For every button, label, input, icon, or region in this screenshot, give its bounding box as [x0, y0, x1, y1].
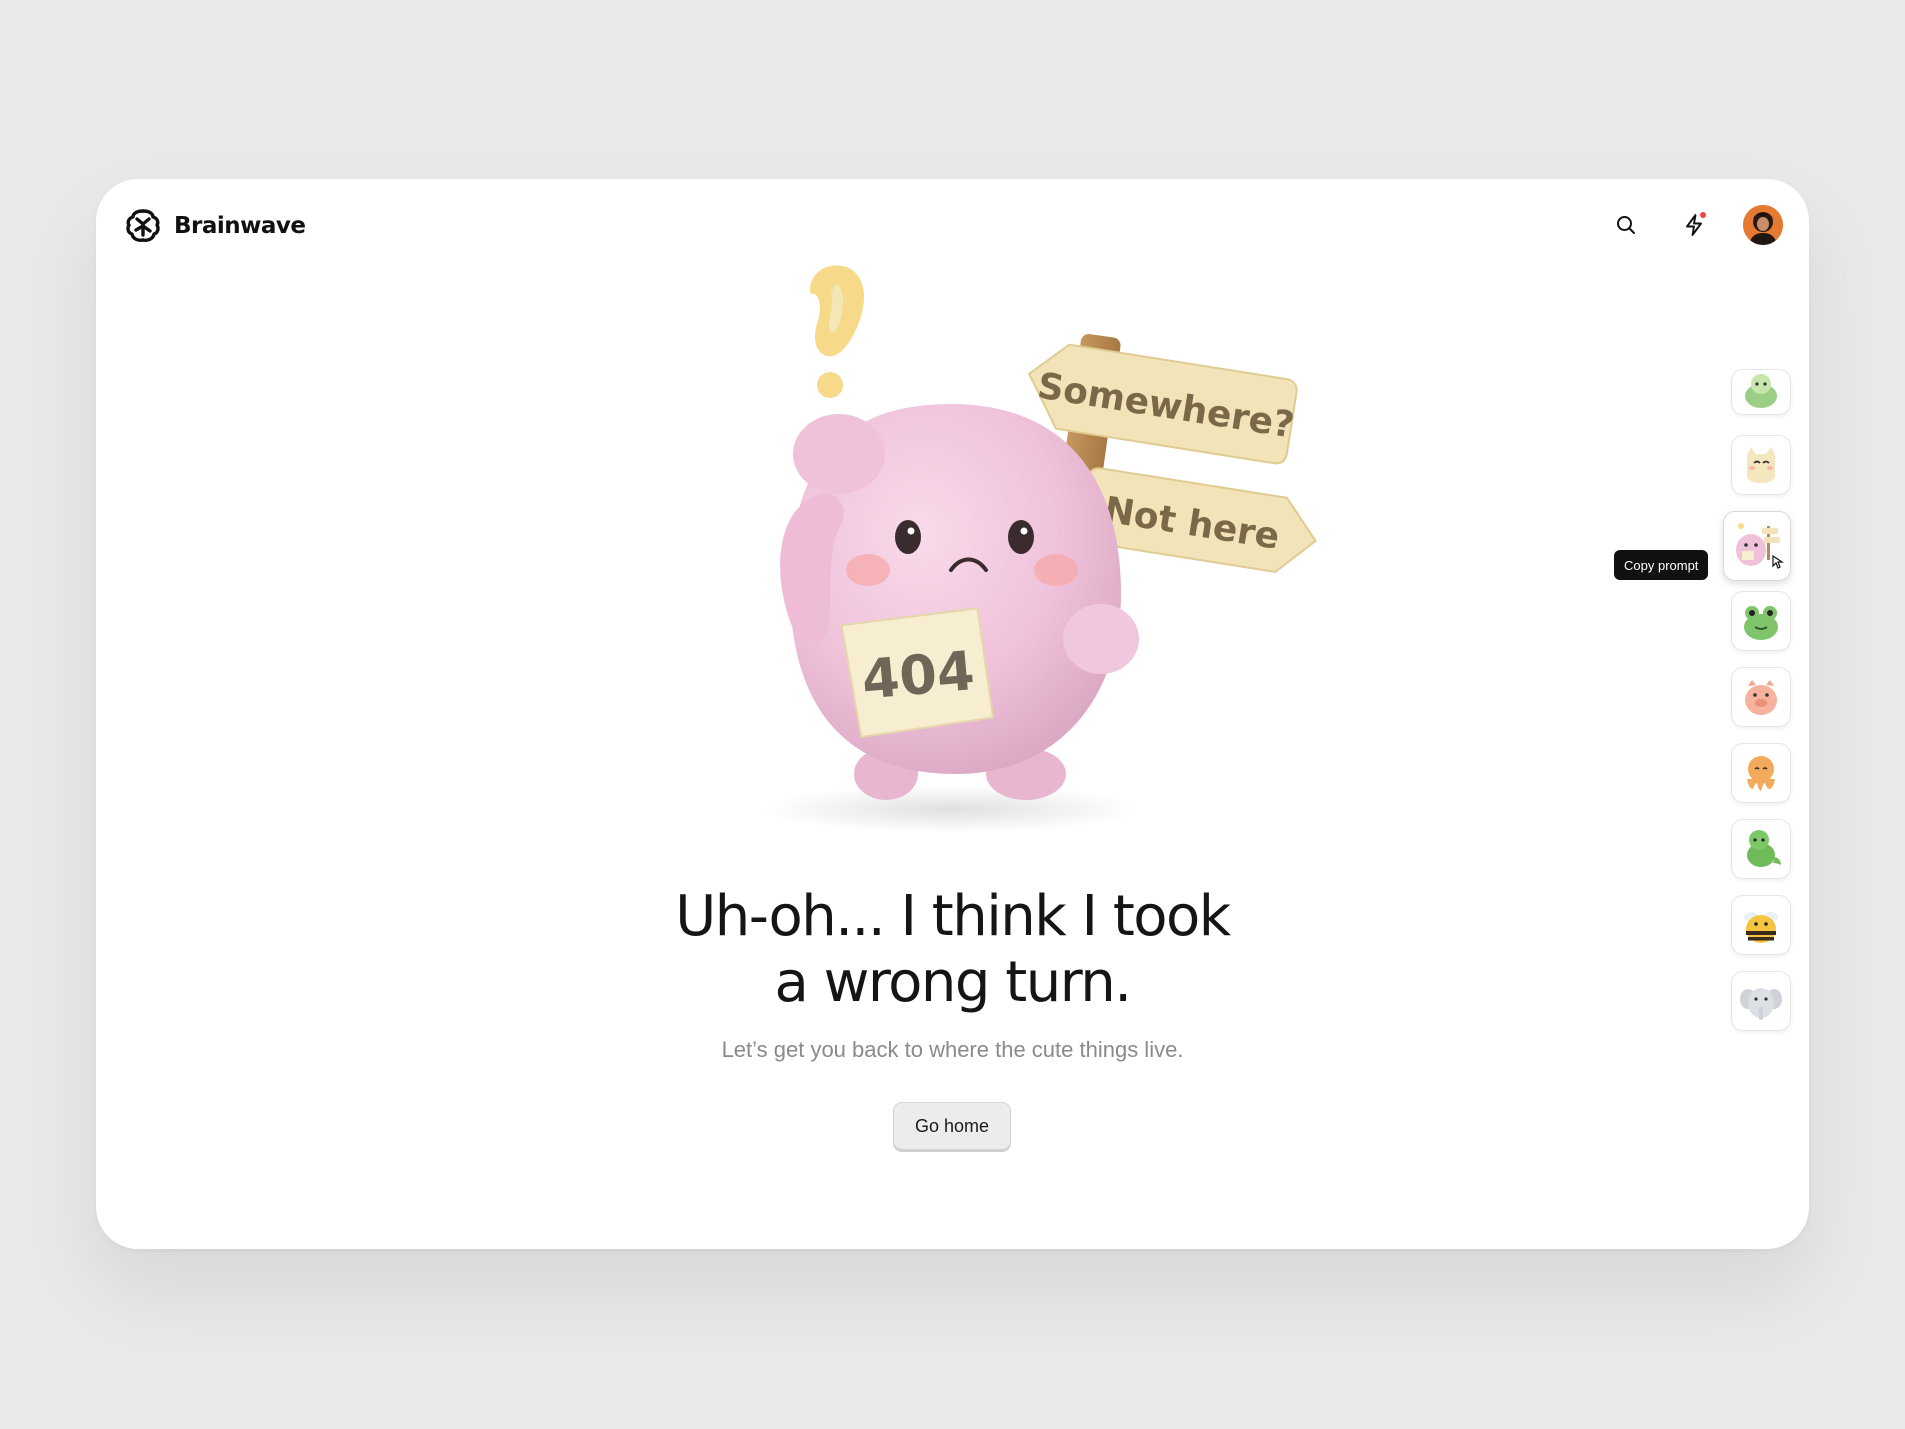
svg-text:404: 404 — [859, 639, 977, 712]
thumbnail-dinosaur[interactable] — [1731, 819, 1791, 879]
question-mark-icon — [810, 265, 865, 398]
lost-creature-illustration: Somewhere? Not here 404 — [761, 265, 1317, 833]
thumbnail-cat[interactable] — [1731, 435, 1791, 495]
page-headline: Uh-oh... I think I took a wrong turn. — [96, 884, 1809, 1016]
page-subtitle: Let’s get you back to where the cute thi… — [721, 1037, 1184, 1062]
top-actions — [1607, 205, 1783, 245]
bee-icon — [1744, 912, 1778, 943]
headline-line-2: a wrong turn. — [774, 950, 1132, 1015]
avatar-portrait — [1743, 205, 1783, 245]
notification-dot — [1700, 212, 1706, 218]
turtle-icon — [1745, 374, 1777, 408]
dinosaur-icon — [1747, 830, 1781, 867]
thumbnail-frog[interactable] — [1731, 591, 1791, 651]
brain-logo-icon — [126, 209, 160, 242]
go-home-button[interactable]: Go home — [893, 1102, 1011, 1150]
page-card: Brainwave Somewhere? Not here 404 Uh-oh.… — [96, 179, 1809, 1249]
thumbnail-turtle[interactable] — [1731, 369, 1791, 415]
badge-404: 404 — [840, 607, 995, 739]
thumbnail-pig[interactable] — [1731, 667, 1791, 727]
search-icon — [1617, 216, 1635, 234]
brand-logo[interactable]: Brainwave — [124, 207, 306, 245]
pig-icon — [1745, 680, 1777, 715]
octopus-icon — [1747, 756, 1775, 791]
thumbnail-elephant[interactable] — [1731, 971, 1791, 1031]
activity-button[interactable] — [1675, 206, 1713, 244]
copy-prompt-tooltip: Copy prompt — [1614, 550, 1709, 580]
search-button[interactable] — [1607, 206, 1645, 244]
frog-icon — [1744, 606, 1778, 640]
user-avatar[interactable] — [1743, 205, 1783, 245]
thumbnail-pink-404-creature[interactable] — [1723, 511, 1791, 581]
pink-creature-icon — [1736, 523, 1784, 569]
thumbnail-octopus[interactable] — [1731, 743, 1791, 803]
headline-line-1: Uh-oh... I think I took — [675, 884, 1231, 949]
cat-icon — [1747, 447, 1775, 483]
brand-name: Brainwave — [174, 213, 306, 239]
elephant-icon — [1740, 988, 1782, 1020]
thumbnail-bee[interactable] — [1731, 895, 1791, 955]
